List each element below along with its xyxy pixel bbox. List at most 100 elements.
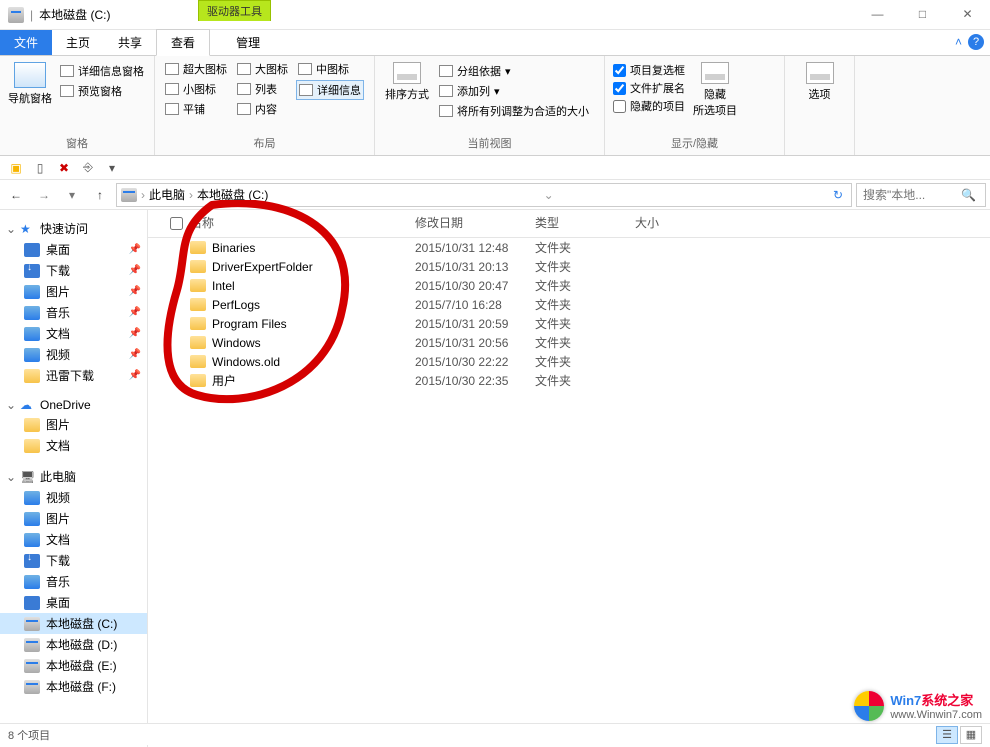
download-icon <box>24 264 40 278</box>
tab-file[interactable]: 文件 <box>0 30 52 55</box>
fit-columns-button[interactable]: 将所有列调整为合适的大小 <box>437 102 591 120</box>
tiles-icon <box>165 103 179 115</box>
star-icon: ★ <box>20 222 36 236</box>
preview-pane-button[interactable]: 预览窗格 <box>58 82 146 100</box>
hidden-items-toggle[interactable]: 隐藏的项目 <box>613 98 685 114</box>
status-thumbnails-view-button[interactable]: ▦ <box>960 726 982 744</box>
view-medium-icons[interactable]: 中图标 <box>296 60 364 78</box>
sidebar-item[interactable]: 文档 <box>0 529 147 550</box>
sidebar-item[interactable]: 桌面 <box>0 592 147 613</box>
sidebar-item[interactable]: 下载 <box>0 550 147 571</box>
file-extensions-toggle[interactable]: 文件扩展名 <box>613 80 685 96</box>
tab-share[interactable]: 共享 <box>104 30 156 55</box>
minimize-ribbon-button[interactable]: ˄ <box>955 35 962 49</box>
qat-delete-icon[interactable]: ✖ <box>54 158 74 178</box>
add-columns-button[interactable]: 添加列 ▾ <box>437 82 591 100</box>
sidebar-item-label: 本地磁盘 (E:) <box>46 657 117 674</box>
sidebar-item[interactable]: 迅雷下载📌 <box>0 365 147 386</box>
view-small-icons[interactable]: 小图标 <box>163 80 229 98</box>
sidebar-item[interactable]: 视频📌 <box>0 344 147 365</box>
hide-selected-button[interactable]: 隐藏 所选项目 <box>691 60 739 133</box>
sidebar-item-label: 文档 <box>46 325 70 342</box>
maximize-button[interactable]: □ <box>900 0 945 28</box>
sidebar-item[interactable]: 视频 <box>0 487 147 508</box>
file-row[interactable]: DriverExpertFolder2015/10/31 20:13文件夹 <box>148 257 990 276</box>
file-row[interactable]: 用户2015/10/30 22:35文件夹 <box>148 371 990 390</box>
file-type: 文件夹 <box>535 353 635 370</box>
sidebar-item-label: 视频 <box>46 346 70 363</box>
group-by-button[interactable]: 分组依据 ▾ <box>437 62 591 80</box>
options-button[interactable]: 选项 <box>796 60 844 137</box>
sidebar-item[interactable]: 图片 <box>0 414 147 435</box>
qat-properties-icon[interactable]: ▯ <box>30 158 50 178</box>
details-pane-button[interactable]: 详细信息窗格 <box>58 62 146 80</box>
qat-customize-icon[interactable]: ▾ <box>102 158 122 178</box>
sidebar-item[interactable]: 本地磁盘 (C:) <box>0 613 147 634</box>
status-details-view-button[interactable]: ☰ <box>936 726 958 744</box>
sidebar-item[interactable]: 本地磁盘 (F:) <box>0 676 147 697</box>
sidebar-item[interactable]: 桌面📌 <box>0 239 147 260</box>
sort-by-button[interactable]: 排序方式 <box>383 60 431 133</box>
desktop-icon <box>24 596 40 610</box>
qat-rename-icon[interactable]: ⎆ <box>78 158 98 178</box>
file-row[interactable]: Program Files2015/10/31 20:59文件夹 <box>148 314 990 333</box>
ribbon-view: 导航窗格 详细信息窗格 预览窗格 窗格 超大图标 小图标 平铺 大图标 列表 内… <box>0 56 990 156</box>
file-row[interactable]: Intel2015/10/30 20:47文件夹 <box>148 276 990 295</box>
view-list[interactable]: 列表 <box>235 80 290 98</box>
file-row[interactable]: Windows.old2015/10/30 22:22文件夹 <box>148 352 990 371</box>
quick-access-toolbar: ▣ ▯ ✖ ⎆ ▾ <box>0 156 990 180</box>
sidebar-item[interactable]: 音乐 <box>0 571 147 592</box>
sidebar-item[interactable]: 本地磁盘 (D:) <box>0 634 147 655</box>
file-row[interactable]: Windows2015/10/31 20:56文件夹 <box>148 333 990 352</box>
column-modified[interactable]: 修改日期 <box>415 214 535 233</box>
sidebar-this-pc[interactable]: ⌄🖥 此电脑 <box>0 466 147 487</box>
sidebar-item[interactable]: 音乐📌 <box>0 302 147 323</box>
file-name: Intel <box>212 279 235 293</box>
sidebar-quick-access[interactable]: ⌄★ 快速访问 <box>0 218 147 239</box>
sidebar-item[interactable]: 图片 <box>0 508 147 529</box>
view-extra-large-icons[interactable]: 超大图标 <box>163 60 229 78</box>
refresh-button[interactable]: ↻ <box>829 188 847 202</box>
tab-view[interactable]: 查看 <box>156 29 210 56</box>
column-name[interactable]: 名称 <box>190 214 415 233</box>
disk-icon <box>24 680 40 694</box>
column-size[interactable]: 大小 <box>635 214 715 233</box>
column-type[interactable]: 类型 <box>535 214 635 233</box>
view-large-icons[interactable]: 大图标 <box>235 60 290 78</box>
search-box[interactable]: 🔍 <box>856 183 986 207</box>
search-input[interactable] <box>861 187 961 203</box>
address-dropdown[interactable]: ⌄ <box>544 188 554 202</box>
sidebar-item[interactable]: 下载📌 <box>0 260 147 281</box>
navigation-pane-button[interactable]: 导航窗格 <box>8 60 52 133</box>
minimize-button[interactable]: — <box>855 0 900 28</box>
sidebar-item[interactable]: 文档 <box>0 435 147 456</box>
file-row[interactable]: Binaries2015/10/31 12:48文件夹 <box>148 238 990 257</box>
file-row[interactable]: PerfLogs2015/7/10 16:28文件夹 <box>148 295 990 314</box>
view-content[interactable]: 内容 <box>235 100 290 118</box>
sidebar-item[interactable]: 图片📌 <box>0 281 147 302</box>
crumb-thispc[interactable]: 此电脑 <box>149 186 185 203</box>
sidebar-item[interactable]: 本地磁盘 (E:) <box>0 655 147 676</box>
file-type: 文件夹 <box>535 296 635 313</box>
tab-manage[interactable]: 管理 <box>222 30 274 55</box>
forward-button[interactable]: → <box>32 183 56 207</box>
close-button[interactable]: ✕ <box>945 0 990 28</box>
sidebar-item[interactable]: 文档📌 <box>0 323 147 344</box>
qat-new-folder-icon[interactable]: ▣ <box>6 158 26 178</box>
crumb-drive[interactable]: 本地磁盘 (C:) <box>197 186 268 203</box>
sidebar-item-label: 视频 <box>46 489 70 506</box>
sidebar-onedrive[interactable]: ⌄☁ OneDrive <box>0 396 147 414</box>
view-details[interactable]: 详细信息 <box>296 80 364 100</box>
recent-locations-button[interactable]: ▾ <box>60 183 84 207</box>
file-list-view[interactable]: 名称 修改日期 类型 大小 Binaries2015/10/31 12:48文件… <box>148 210 990 747</box>
back-button[interactable]: ← <box>4 183 28 207</box>
item-checkboxes-toggle[interactable]: 项目复选框 <box>613 62 685 78</box>
view-tiles[interactable]: 平铺 <box>163 100 229 118</box>
select-all-checkbox[interactable] <box>170 217 183 230</box>
up-button[interactable]: ↑ <box>88 183 112 207</box>
help-button[interactable]: ? <box>968 34 984 50</box>
file-name: Binaries <box>212 241 255 255</box>
tab-home[interactable]: 主页 <box>52 30 104 55</box>
address-bar[interactable]: › 此电脑 › 本地磁盘 (C:) ⌄ ↻ <box>116 183 852 207</box>
navigation-sidebar[interactable]: ⌄★ 快速访问 桌面📌下载📌图片📌音乐📌文档📌视频📌迅雷下载📌 ⌄☁ OneDr… <box>0 210 148 747</box>
